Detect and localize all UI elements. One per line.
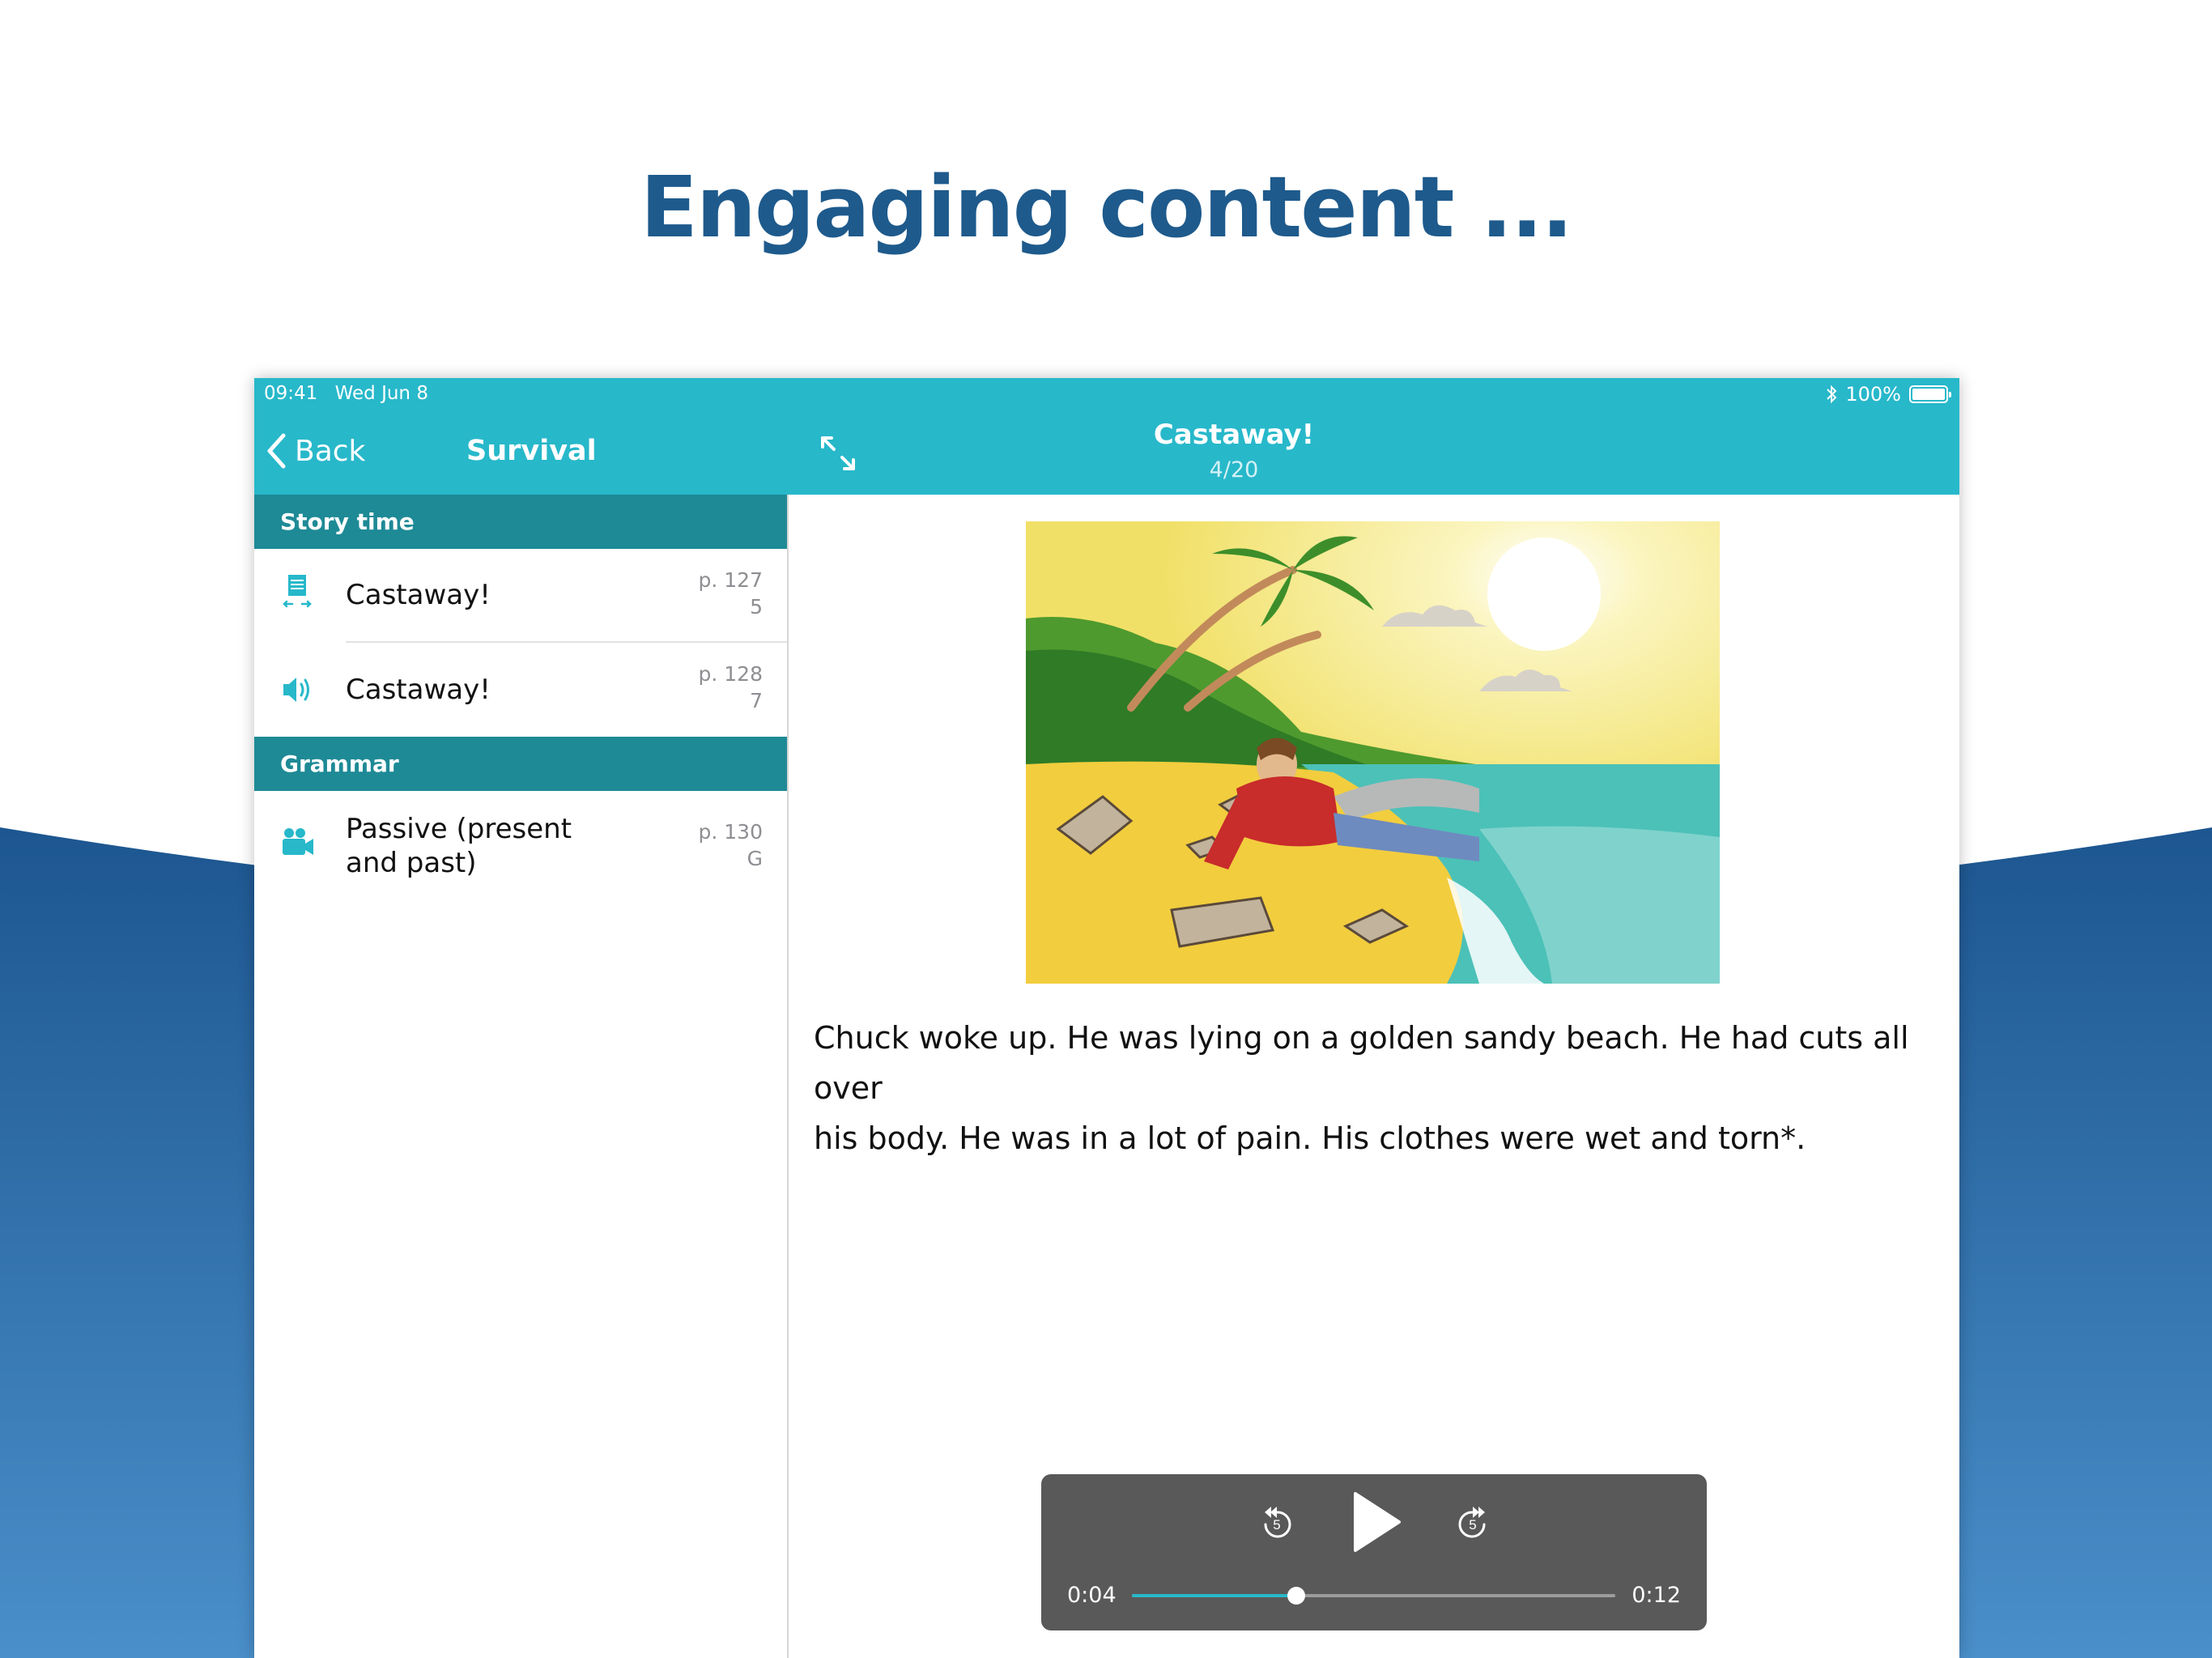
sidebar: Story time Castaway! p. 127 5 Castaway! … xyxy=(254,495,787,904)
progress-slider[interactable] xyxy=(1132,1587,1615,1605)
status-date: Wed Jun 8 xyxy=(334,383,428,404)
story-text: Chuck woke up. He was lying on a golden … xyxy=(814,1020,1909,1156)
forward-icon: 5 xyxy=(1458,1507,1486,1538)
list-item-castaway-audio[interactable]: Castaway! p. 128 7 xyxy=(254,643,787,737)
story-illustration xyxy=(1026,521,1720,984)
detail-page-counter: 4/20 xyxy=(1209,457,1259,483)
section-header-story-time: Story time xyxy=(254,495,787,549)
video-camera-icon xyxy=(283,828,313,855)
top-bar: 09:41 Wed Jun 8 100% Back Survival Casta… xyxy=(254,378,1959,495)
status-time: 09:41 xyxy=(264,383,318,404)
section-header-grammar: Grammar xyxy=(254,737,787,791)
list-item-castaway-text[interactable]: Castaway! p. 127 5 xyxy=(254,549,787,643)
svg-text:5: 5 xyxy=(1469,1517,1476,1533)
page-number: p. 128 xyxy=(698,662,763,686)
back-label: Back xyxy=(295,434,366,468)
audio-player: 5 5 0:04 0:12 xyxy=(1041,1474,1707,1630)
headline: Engaging content ... xyxy=(640,158,1573,257)
sidebar-title: Survival xyxy=(466,435,597,467)
list-item-meta: p. 130 G xyxy=(699,818,763,872)
rewind-icon: 5 xyxy=(1264,1507,1291,1538)
ipad-screen: 09:41 Wed Jun 8 100% Back Survival Casta… xyxy=(254,378,1959,1658)
list-item-title: Castaway! xyxy=(346,674,491,706)
elapsed-time: 0:04 xyxy=(1067,1583,1117,1608)
list-item-title: Passive (present and past) xyxy=(346,813,572,879)
exercise-code: 7 xyxy=(750,689,763,712)
speaker-icon xyxy=(283,678,309,702)
back-button[interactable]: Back xyxy=(266,428,365,474)
list-item-meta: p. 128 7 xyxy=(699,661,763,714)
status-bar-left: 09:41 Wed Jun 8 xyxy=(264,383,428,404)
forward-5-button[interactable]: 5 xyxy=(1451,1502,1495,1547)
exercise-code: 5 xyxy=(750,595,763,619)
svg-text:5: 5 xyxy=(1273,1517,1280,1533)
play-icon xyxy=(1354,1492,1401,1552)
list-item-passive[interactable]: Passive (present and past) p. 130 G xyxy=(254,791,787,904)
exercise-code: G xyxy=(747,847,763,870)
progress-knob[interactable] xyxy=(1287,1587,1305,1605)
play-button[interactable] xyxy=(1349,1490,1402,1554)
list-item-meta: p. 127 5 xyxy=(699,567,763,620)
duration-time: 0:12 xyxy=(1631,1583,1681,1608)
list-item-title: Castaway! xyxy=(346,579,491,611)
document-icon xyxy=(283,575,312,608)
chevron-left-icon xyxy=(267,433,286,469)
split-divider xyxy=(787,495,789,1658)
progress-fill xyxy=(1132,1594,1296,1597)
page-number: p. 130 xyxy=(698,820,763,844)
rewind-5-button[interactable]: 5 xyxy=(1255,1502,1299,1547)
detail-title: Castaway! xyxy=(1153,419,1315,451)
page-number: p. 127 xyxy=(698,568,763,592)
